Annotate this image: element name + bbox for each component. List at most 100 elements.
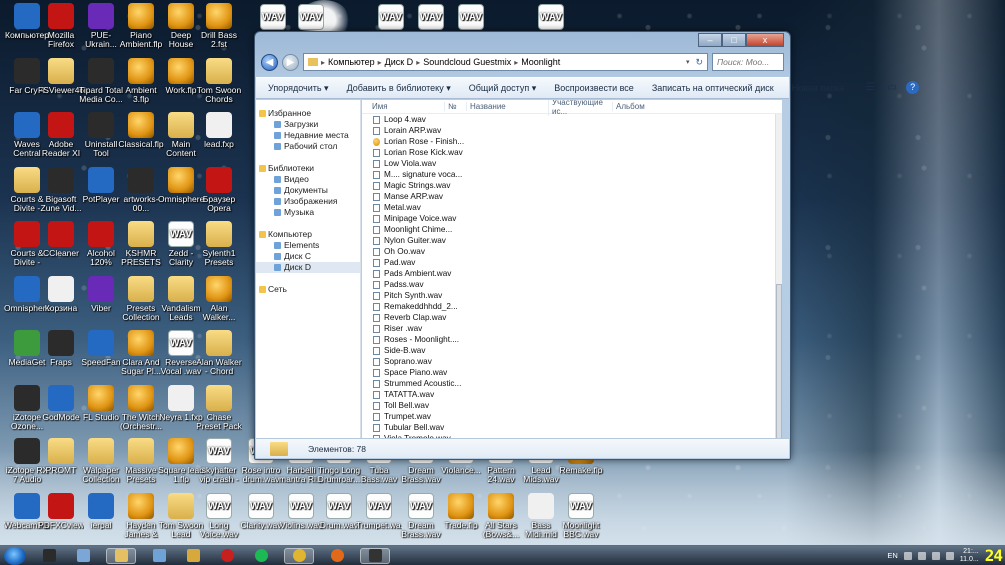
vertical-scrollbar[interactable] — [775, 114, 782, 440]
nav-item[interactable]: Сеть — [256, 284, 360, 295]
view-options-icon[interactable]: ☰ — [862, 81, 878, 95]
file-row[interactable]: Oh Oo.wav — [362, 246, 782, 257]
file-row[interactable]: Metal.wav — [362, 202, 782, 213]
nav-item[interactable]: Рабочий стол — [256, 141, 360, 152]
add-to-library-button[interactable]: Добавить в библиотеку ▾ — [347, 83, 451, 94]
file-row[interactable]: Magic Strings.wav — [362, 180, 782, 191]
language-indicator[interactable]: EN — [887, 551, 897, 560]
minimize-button[interactable]: – — [698, 33, 722, 47]
desktop-icon[interactable]: Chase Preset Pack — [196, 384, 242, 431]
flag-icon[interactable] — [945, 551, 954, 560]
preview-pane-icon[interactable]: ▭ — [884, 81, 900, 95]
winamp-icon[interactable] — [182, 548, 204, 564]
desktop-icon[interactable]: Tom Swoon Chords — [196, 57, 242, 104]
column-number[interactable]: № — [444, 102, 466, 111]
desktop-icon[interactable]: Браузер Opera — [196, 166, 242, 213]
breadcrumb-item[interactable]: Moonlight — [521, 57, 560, 67]
file-row[interactable]: Strummed Acoustic... — [362, 378, 782, 389]
file-row[interactable]: Nylon Guiter.wav — [362, 235, 782, 246]
desktop-icon[interactable]: lead.fxp — [196, 112, 242, 149]
file-row[interactable]: Riser .wav — [362, 323, 782, 334]
spotify-icon[interactable] — [250, 548, 272, 564]
media-center-icon[interactable] — [38, 548, 60, 564]
file-row[interactable]: Pitch Synth.wav — [362, 290, 782, 301]
organize-button[interactable]: Упорядочить ▾ — [268, 83, 329, 94]
file-row[interactable]: TATATTA.wav — [362, 389, 782, 400]
desktop-icon[interactable]: WAV — [448, 4, 494, 32]
burn-button[interactable]: Записать на оптический диск — [652, 83, 774, 93]
file-row[interactable]: Space Piano.wav — [362, 367, 782, 378]
volume-icon[interactable] — [931, 551, 940, 560]
desktop-icon[interactable]: WAV — [528, 4, 574, 32]
close-button[interactable]: x — [746, 33, 784, 47]
file-row[interactable]: Soprano.wav — [362, 356, 782, 367]
desktop-icon[interactable]: WAV Moonlight BBC.wav — [558, 493, 604, 539]
refresh-icon[interactable]: ↻ — [695, 57, 707, 68]
desktop-icon[interactable]: WAV skyhafter vip crash - nigh... — [196, 438, 242, 484]
file-row[interactable]: Low Viola.wav — [362, 158, 782, 169]
share-button[interactable]: Общий доступ ▾ — [469, 83, 537, 94]
file-row[interactable]: Pads Ambient.wav — [362, 268, 782, 279]
scrollbar-thumb[interactable] — [776, 284, 782, 440]
nav-item[interactable]: Музыка — [256, 207, 360, 218]
maximize-button[interactable]: □ — [722, 33, 746, 47]
file-row[interactable]: Pad.wav — [362, 257, 782, 268]
network-icon[interactable] — [917, 551, 926, 560]
play-all-button[interactable]: Воспроизвести все — [554, 83, 634, 93]
forward-button[interactable]: ▶ — [282, 53, 299, 71]
explorer-icon[interactable] — [106, 547, 136, 564]
column-album[interactable]: Альбом — [612, 102, 702, 111]
paint-icon[interactable] — [72, 548, 94, 564]
file-row[interactable]: Moonlight Chime... — [362, 224, 782, 235]
virtualbox-icon[interactable] — [148, 548, 170, 564]
desktop-icon[interactable]: Alan Walker... — [196, 275, 242, 322]
file-row[interactable]: Padss.wav — [362, 279, 782, 290]
firefox-icon[interactable] — [326, 548, 348, 564]
opera-icon[interactable] — [216, 548, 238, 564]
file-row[interactable]: Side-B.wav — [362, 345, 782, 356]
desktop-icon[interactable]: WAV Trumpet.wa... — [356, 493, 402, 530]
file-row[interactable]: Manse ARP.wav — [362, 191, 782, 202]
desktop-icon[interactable]: WAV — [288, 4, 334, 32]
file-row[interactable]: Remakeddhhdd_2... — [362, 301, 782, 312]
breadcrumb-item[interactable]: Диск D — [385, 57, 414, 67]
nav-item[interactable]: Загрузки — [256, 119, 360, 130]
file-row[interactable]: Reverb Clap.wav — [362, 312, 782, 323]
nav-item[interactable]: Elements — [256, 240, 360, 251]
file-row[interactable]: Tubular Bell.wav — [362, 422, 782, 433]
file-row[interactable]: Toll Bell.wav — [362, 400, 782, 411]
nav-item[interactable]: Документы — [256, 185, 360, 196]
file-row[interactable]: Lorian Rose Kick.wav — [362, 147, 782, 158]
help-icon[interactable]: ? — [906, 81, 920, 94]
nav-item[interactable]: Компьютер — [256, 229, 360, 240]
nav-item[interactable]: Видео — [256, 174, 360, 185]
new-folder-button[interactable]: Новая папка — [792, 83, 844, 93]
start-button[interactable] — [4, 546, 26, 565]
nav-item[interactable]: Избранное — [256, 108, 360, 119]
file-row[interactable]: Roses - Moonlight.... — [362, 334, 782, 345]
fraps-icon[interactable] — [360, 547, 390, 564]
column-name[interactable]: Имя — [362, 102, 444, 111]
column-title[interactable]: Название — [466, 102, 548, 111]
file-row[interactable]: Trumpet.wav — [362, 411, 782, 422]
file-row[interactable]: M.... signature voca... — [362, 169, 782, 180]
column-artists[interactable]: Участвующие ис... — [548, 100, 612, 116]
chrome-icon[interactable] — [284, 547, 314, 564]
address-dropdown-icon[interactable]: ▾ — [686, 58, 693, 66]
file-row[interactable]: Loop 4.wav — [362, 114, 782, 125]
file-row[interactable]: Minipage Voice.wav — [362, 213, 782, 224]
explorer-window[interactable]: – □ x ◀ ▶ ▸ Компьютер ▸ Диск D ▸ Soundcl… — [254, 31, 920, 460]
desktop-icon[interactable]: Drill Bass 2.fst — [196, 3, 242, 49]
nav-item[interactable]: Недавние места — [256, 130, 360, 141]
breadcrumb-item[interactable]: Компьютер — [328, 57, 375, 67]
file-row[interactable]: Lorain ARP.wav — [362, 125, 782, 136]
breadcrumb-item[interactable]: Soundcloud Guestmix — [423, 57, 511, 67]
nav-item[interactable]: Изображения — [256, 196, 360, 207]
desktop-icon[interactable]: Sylenth1 Presets for... — [196, 221, 242, 267]
clock[interactable]: 21:... 11.0... — [960, 548, 979, 564]
address-bar[interactable]: ▸ Компьютер ▸ Диск D ▸ Soundcloud Guestm… — [303, 53, 708, 71]
desktop-icon[interactable]: Alan Walker - Chord — [196, 330, 242, 376]
nav-item[interactable]: Диск C — [256, 251, 360, 262]
desktop-icon[interactable]: WAV Long Voice.wav — [196, 493, 242, 539]
file-row[interactable]: Lorian Rose - Finish... — [362, 136, 782, 147]
